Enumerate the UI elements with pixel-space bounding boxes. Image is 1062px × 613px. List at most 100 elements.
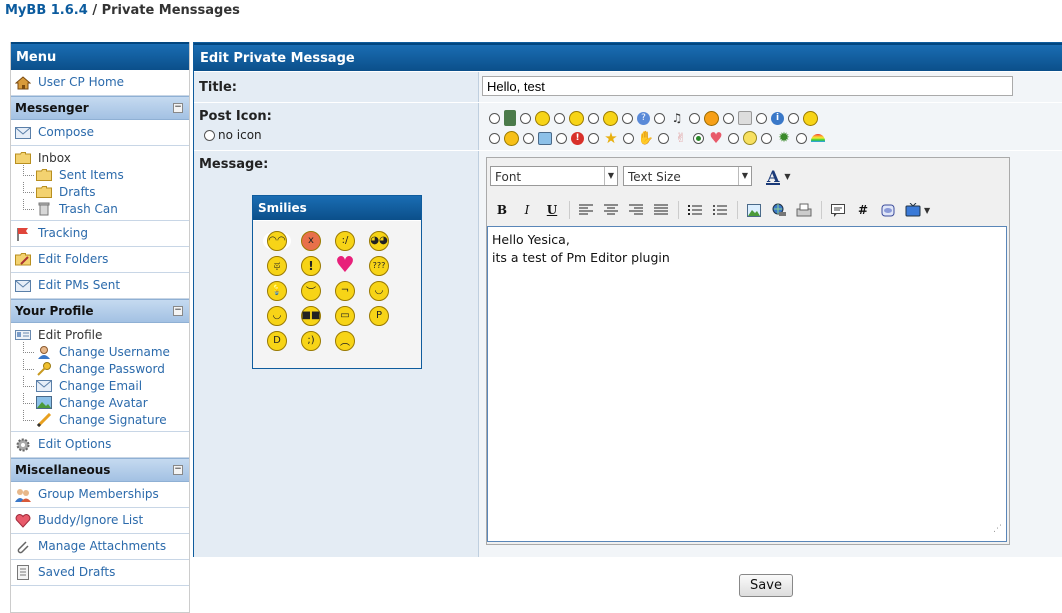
insert-php-icon[interactable] [876, 200, 900, 220]
collapse-toggle-icon[interactable]: − [173, 103, 183, 113]
insert-quote-icon[interactable] [826, 200, 850, 220]
rolleyes-smiley-icon[interactable]: ¬ [335, 280, 355, 301]
post-icon-radio[interactable] [588, 112, 599, 124]
angry-smiley-icon[interactable]: x [301, 230, 321, 251]
sidebar-item-buddy-ignore-list[interactable]: Buddy/Ignore List [11, 508, 189, 534]
sidebar-item-sent-items[interactable]: Sent Items [15, 165, 189, 183]
font-color-icon[interactable]: A [766, 167, 781, 186]
insert-link-icon[interactable] [767, 200, 791, 220]
cry-smiley-icon[interactable]: ಥ [267, 255, 287, 276]
post-icon-option[interactable]: i [756, 111, 784, 125]
sidebar-item-edit-pms-sent[interactable]: Edit PMs Sent [11, 273, 189, 299]
text-size-select[interactable]: Text Size ▼ [623, 166, 752, 186]
post-icon-option[interactable] [788, 110, 818, 126]
collapse-toggle-icon[interactable]: − [173, 465, 183, 475]
save-button[interactable]: Save [739, 574, 793, 597]
confused-smiley-icon[interactable]: :/ [335, 230, 355, 251]
sidebar-item-label[interactable]: Edit Profile [38, 328, 102, 342]
align-left-icon[interactable] [574, 200, 598, 220]
post-icon-radio[interactable] [689, 112, 700, 124]
insert-code-button[interactable]: # [851, 200, 875, 220]
post-icon-radio[interactable] [520, 112, 531, 124]
post-icon-option[interactable] [728, 131, 757, 145]
sidebar-item-label[interactable]: Group Memberships [38, 482, 159, 507]
post-icon-option[interactable] [689, 110, 719, 126]
sidebar-item-label[interactable]: Saved Drafts [38, 560, 115, 585]
post-icon-option[interactable]: ! [556, 131, 584, 145]
sidebar-item-tracking[interactable]: Tracking [11, 221, 189, 247]
sidebar-item-compose[interactable]: Compose [11, 120, 189, 146]
bold-button[interactable]: B [490, 200, 514, 220]
post-icon-option[interactable]: ♫ [654, 110, 685, 126]
cool-smiley-icon[interactable]: ◕◕ [369, 230, 389, 251]
sidebar-item-inbox[interactable]: Inbox [15, 149, 189, 166]
grin-smiley-icon[interactable]: ▭ [335, 305, 355, 326]
post-icon-radio[interactable] [588, 132, 599, 144]
big-smile-smiley-icon[interactable]: D [267, 330, 287, 351]
sidebar-item-manage-attachments[interactable]: Manage Attachments [11, 534, 189, 560]
post-icon-option[interactable]: ? [622, 111, 650, 125]
post-icon-option[interactable]: ★ [588, 129, 619, 147]
sidebar-item-label[interactable]: Inbox [38, 151, 71, 165]
sidebar-item-change-avatar[interactable]: Change Avatar [15, 393, 189, 411]
post-icon-radio[interactable] [489, 112, 500, 124]
sidebar-item-change-signature[interactable]: Change Signature [15, 410, 189, 428]
sidebar-item-label[interactable]: Change Username [59, 345, 170, 359]
sidebar-item-label[interactable]: Manage Attachments [38, 534, 166, 559]
resize-grip-icon[interactable]: ⋰ [993, 520, 1002, 538]
post-icon-radio[interactable] [556, 132, 567, 144]
breadcrumb-home-link[interactable]: MyBB 1.6.4 [5, 3, 88, 18]
happy-smiley-icon[interactable]: ◡ [267, 305, 287, 326]
post-icon-radio[interactable] [788, 112, 799, 124]
post-icon-option[interactable] [796, 132, 825, 144]
post-icon-radio[interactable] [554, 112, 565, 124]
align-justify-icon[interactable] [649, 200, 673, 220]
post-icon-radio-selected[interactable] [693, 132, 704, 144]
align-center-icon[interactable] [599, 200, 623, 220]
title-input[interactable]: Hello, test [482, 76, 1013, 96]
post-icon-option[interactable] [723, 111, 752, 125]
sidebar-item-label[interactable]: Change Avatar [59, 396, 148, 410]
post-icon-option[interactable] [489, 130, 519, 146]
sidebar-item-edit-folders[interactable]: Edit Folders [11, 247, 189, 273]
angel-smiley-icon[interactable]: ◠◠ [267, 230, 287, 251]
insert-email-icon[interactable] [792, 200, 816, 220]
sidebar-item-saved-drafts[interactable]: Saved Drafts [11, 560, 189, 586]
post-icon-radio[interactable] [622, 112, 633, 124]
no-icon-radio[interactable] [204, 129, 215, 141]
exclamation-smiley-icon[interactable]: ! [301, 255, 321, 276]
post-icon-option[interactable]: ✋ [623, 130, 654, 146]
post-icon-option[interactable]: ♥ [693, 129, 724, 147]
sidebar-item-label[interactable]: Edit PMs Sent [38, 273, 120, 298]
sleepy-smiley-icon[interactable]: ︶ [301, 280, 321, 301]
sidebar-item-change-email[interactable]: Change Email [15, 376, 189, 394]
sidebar-item-label[interactable]: Change Password [59, 362, 165, 376]
heart-smiley-icon[interactable]: ♥ [335, 253, 355, 278]
sidebar-item-label[interactable]: Change Signature [59, 413, 167, 427]
bullet-list-icon[interactable] [708, 200, 732, 220]
post-icon-radio[interactable] [723, 112, 734, 124]
post-icon-radio[interactable] [654, 112, 665, 124]
sidebar-item-label[interactable]: Edit Options [38, 432, 111, 457]
sidebar-item-label[interactable]: Change Email [59, 379, 142, 393]
font-color-dropdown-icon[interactable]: ▼ [784, 172, 790, 181]
sidebar-item-drafts[interactable]: Drafts [15, 182, 189, 200]
sidebar-item-edit-options[interactable]: Edit Options [11, 432, 189, 458]
post-icon-option[interactable] [588, 110, 618, 126]
post-icon-option[interactable] [523, 131, 552, 145]
post-icon-option[interactable] [554, 110, 584, 126]
sunglasses-smiley-icon[interactable]: ■■ [301, 305, 321, 326]
post-icon-radio[interactable] [796, 132, 807, 144]
no-icon-option[interactable]: no icon [204, 128, 262, 142]
sidebar-item-usercp-home[interactable]: User CP Home [11, 70, 189, 96]
post-icon-radio[interactable] [761, 132, 772, 144]
sidebar-item-trash-can[interactable]: Trash Can [15, 199, 189, 217]
sad-smiley-icon[interactable]: ︵ [335, 330, 355, 351]
sidebar-item-label[interactable]: Sent Items [59, 168, 124, 182]
post-icon-radio[interactable] [658, 132, 669, 144]
italic-button[interactable]: I [515, 200, 539, 220]
sidebar-item-label[interactable]: Edit Folders [38, 247, 108, 272]
sidebar-item-change-username[interactable]: Change Username [15, 342, 189, 360]
idea-smiley-icon[interactable]: 💡 [267, 280, 287, 301]
insert-image-icon[interactable] [742, 200, 766, 220]
